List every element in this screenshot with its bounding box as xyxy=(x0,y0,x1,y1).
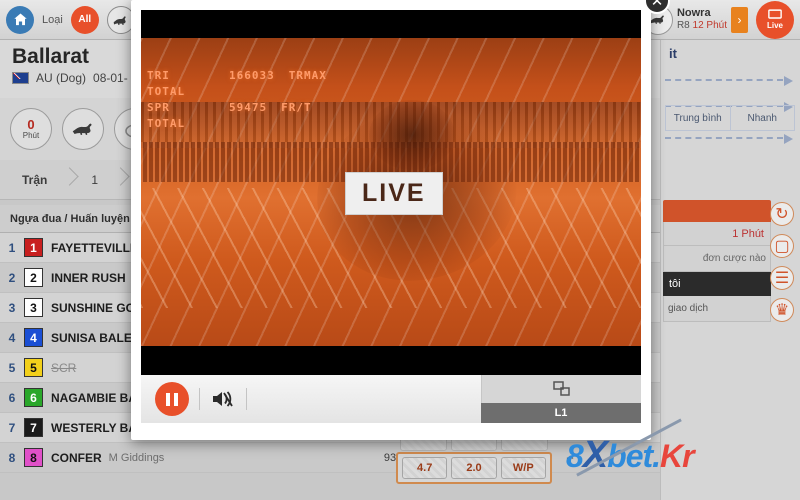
runner-index: 2 xyxy=(8,270,16,285)
tote-key: TRI TOTAL xyxy=(147,69,186,98)
runner-index: 7 xyxy=(8,420,16,435)
condition-cells: Trung bình Nhanh xyxy=(665,105,795,131)
flag-icon-au xyxy=(12,72,29,85)
runner-index: 5 xyxy=(8,360,16,375)
right-panel: it Trung bình Nhanh 1 Phút đơn cược nào … xyxy=(660,40,800,500)
bet-slip: 1 Phút đơn cược nào tôi giao dịch xyxy=(663,200,771,322)
stream-quality-button[interactable]: L1 xyxy=(481,403,641,423)
runner-index: 1 xyxy=(8,240,16,255)
odds-winplace-button[interactable]: W/P xyxy=(500,457,546,479)
trophy-icon[interactable]: ♛ xyxy=(770,298,794,322)
video-letterbox-top xyxy=(141,10,641,38)
runner-index: 4 xyxy=(8,330,16,345)
tote-right: FR/T xyxy=(281,101,312,114)
next-event-arrow[interactable]: › xyxy=(731,6,748,33)
monitor-icon xyxy=(768,9,782,19)
live-stream-button[interactable]: Live xyxy=(756,0,794,39)
type-label: Loại xyxy=(42,13,63,26)
tote-right: TRMAX xyxy=(288,69,327,82)
volume-muted-icon[interactable] xyxy=(210,386,236,412)
event-race-number: R8 xyxy=(676,20,690,32)
layout-icon[interactable] xyxy=(481,375,641,403)
saddle-cloth-badge: 4 xyxy=(24,328,43,347)
runner-name: CONFER xyxy=(51,450,102,465)
runner-index: 3 xyxy=(8,300,16,315)
filter-all-button[interactable]: All xyxy=(70,5,99,34)
odds-place-button[interactable]: 2.0 xyxy=(451,457,497,479)
runner-trainer: M Giddings xyxy=(108,451,165,464)
runner-name: SCR xyxy=(51,360,77,375)
event-text: Nowra R8 12 Phút xyxy=(677,7,727,32)
countdown-badge: 0 Phút xyxy=(10,108,52,150)
saddle-cloth-badge: 5 xyxy=(24,358,43,377)
right-panel-icons: ↻ ▢ ☰ ♛ xyxy=(770,202,794,322)
countdown-value: 0 xyxy=(27,117,35,132)
saddle-cloth-badge: 3 xyxy=(24,298,43,317)
runner-index: 6 xyxy=(8,390,16,405)
countdown-unit: Phút xyxy=(22,131,40,140)
refresh-icon[interactable]: ↻ xyxy=(770,202,794,226)
video-player[interactable]: TRI TOTAL 166033 TRMAX SPR TOTAL 59475 F… xyxy=(141,10,641,375)
tote-board: TRI TOTAL 166033 TRMAX SPR TOTAL 59475 F… xyxy=(147,68,377,130)
bet-slip-transactions[interactable]: giao dịch xyxy=(663,296,771,322)
tote-key: SPR TOTAL xyxy=(147,101,186,130)
divider xyxy=(246,388,247,410)
saddle-cloth-badge: 1 xyxy=(24,238,43,257)
venue-country: AU (Dog) xyxy=(36,71,87,86)
runner-name: FAYETTEVILLE xyxy=(51,240,138,255)
bet-slip-my-bets[interactable]: tôi xyxy=(663,272,771,296)
venue-date: 08-01- xyxy=(93,71,128,86)
chat-icon[interactable]: ▢ xyxy=(770,234,794,258)
runner-index: 8 xyxy=(8,450,16,465)
pause-icon[interactable] xyxy=(155,382,189,416)
video-controls: L1 xyxy=(141,375,641,423)
right-panel-title: it xyxy=(669,46,677,61)
list-icon[interactable]: ☰ xyxy=(770,266,794,290)
jockey xyxy=(369,100,455,170)
odds-win-button[interactable]: 4.7 xyxy=(402,457,448,479)
divider xyxy=(199,388,200,410)
dashed-arrow xyxy=(665,134,793,144)
watermark-8: 8 xyxy=(566,438,584,474)
bet-slip-timer: 1 Phút xyxy=(663,222,771,246)
saddle-cloth-badge: 8 xyxy=(24,448,43,467)
runner-name: SUNSHINE GO xyxy=(51,300,136,315)
event-venue-name: Nowra xyxy=(676,6,711,19)
home-icon[interactable] xyxy=(6,5,34,34)
saddle-cloth-badge: 7 xyxy=(24,418,43,437)
live-badge: LIVE xyxy=(345,172,443,215)
condition-medium: Trung bình xyxy=(666,106,731,130)
live-button-label: Live xyxy=(766,21,783,30)
tote-row: TRI TOTAL 166033 TRMAX xyxy=(147,68,377,100)
odds-row-selected: 4.7 2.0 W/P xyxy=(396,452,552,484)
app-root: Loại All Nowra R8 12 Phút › Live Ballara… xyxy=(0,0,800,500)
video-modal: TRI TOTAL 166033 TRMAX SPR TOTAL 59475 F… xyxy=(131,0,670,440)
tab-trận[interactable]: Trận xyxy=(0,160,69,199)
event-countdown: 12 Phút xyxy=(692,20,727,32)
bet-slip-empty-message: đơn cược nào xyxy=(663,246,771,272)
greyhound-icon[interactable] xyxy=(62,108,104,150)
bet-slip-header xyxy=(663,200,771,222)
tote-value: 166033 xyxy=(229,69,275,82)
event-meta: R8 12 Phút xyxy=(677,20,727,32)
runner-name: NAGAMBIE BA xyxy=(51,390,137,405)
runner-name: INNER RUSH xyxy=(51,270,126,285)
tab-race-1[interactable]: 1 xyxy=(69,160,120,199)
tote-row: SPR TOTAL 59475 FR/T xyxy=(147,100,377,132)
watermark-kr: Kr xyxy=(660,438,695,474)
video-controls-left xyxy=(141,382,481,416)
saddle-cloth-badge: 6 xyxy=(24,388,43,407)
video-letterbox-bottom xyxy=(141,346,641,375)
saddle-cloth-badge: 2 xyxy=(24,268,43,287)
watermark: 8Xbet.Kr xyxy=(566,418,695,477)
condition-fast: Nhanh xyxy=(747,112,777,124)
track-condition-grid: Trung bình Nhanh xyxy=(665,67,796,177)
video-controls-right: L1 xyxy=(481,375,641,423)
dashed-arrow xyxy=(665,76,793,86)
runner-name: WESTERLY BA xyxy=(51,420,138,435)
table-row[interactable]: 88CONFERM Giddings938------ xyxy=(0,443,660,473)
tote-value: 59475 xyxy=(229,101,268,114)
runner-name: SUNISA BALE xyxy=(51,330,132,345)
